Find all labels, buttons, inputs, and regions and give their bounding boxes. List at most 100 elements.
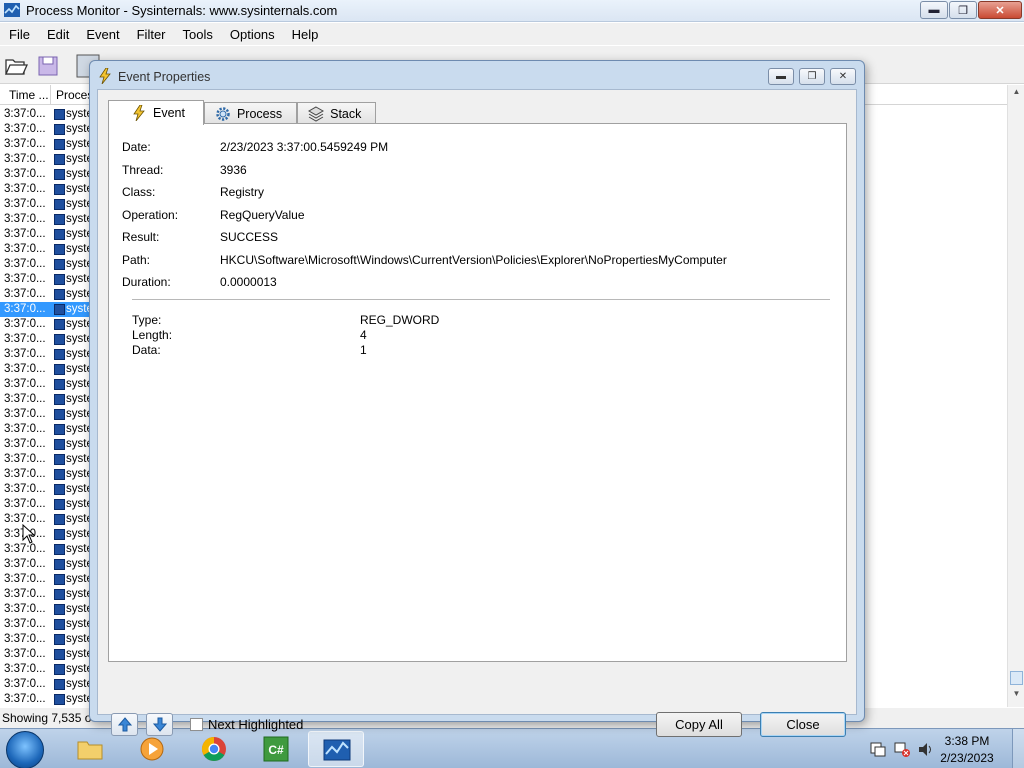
process-icon [54, 274, 65, 285]
clock-time[interactable]: 3:38 PM [932, 734, 1002, 748]
process-icon [54, 559, 65, 570]
scroll-thumb[interactable] [1010, 671, 1023, 685]
process-icon [54, 124, 65, 135]
table-row[interactable]: 3:37:0...syste [0, 242, 93, 257]
table-row[interactable]: 3:37:0...syste [0, 512, 93, 527]
table-row[interactable]: 3:37:0...syste [0, 212, 93, 227]
table-row[interactable]: 3:37:0...syste [0, 317, 93, 332]
start-button[interactable] [6, 731, 44, 768]
taskbar-explorer[interactable] [62, 731, 118, 767]
column-separator[interactable] [50, 85, 51, 105]
scroll-up-arrow-icon[interactable]: ▲ [1010, 87, 1023, 102]
table-row[interactable]: 3:37:0...syste [0, 377, 93, 392]
taskbar-csharp[interactable]: C# [248, 731, 304, 767]
table-row[interactable]: 3:37:0...syste [0, 107, 93, 122]
action-center-icon[interactable] [870, 742, 886, 757]
table-row[interactable]: 3:37:0...syste [0, 152, 93, 167]
previous-event-button[interactable] [111, 713, 138, 736]
vertical-scrollbar[interactable]: ▲ ▼ [1007, 85, 1024, 707]
process-monitor-app-icon [4, 3, 20, 17]
menu-options[interactable]: Options [221, 23, 283, 45]
next-highlighted-checkbox[interactable]: Next Highlighted [190, 717, 303, 732]
open-folder-icon[interactable] [4, 54, 28, 78]
table-row[interactable]: 3:37:0...syste [0, 182, 93, 197]
row-time: 3:37:0... [4, 588, 46, 600]
process-icon [54, 694, 65, 705]
table-row[interactable]: 3:37:0...syste [0, 452, 93, 467]
clock-date[interactable]: 2/23/2023 [932, 751, 1002, 765]
result-label: Result: [122, 230, 160, 244]
table-row[interactable]: 3:37:0...syste [0, 137, 93, 152]
table-row[interactable]: 3:37:0...syste [0, 122, 93, 137]
table-row[interactable]: 3:37:0...syste [0, 302, 93, 317]
table-row[interactable]: 3:37:0...syste [0, 587, 93, 602]
table-row[interactable]: 3:37:0...syste [0, 197, 93, 212]
table-row[interactable]: 3:37:0...syste [0, 482, 93, 497]
table-row[interactable]: 3:37:0...syste [0, 557, 93, 572]
table-row[interactable]: 3:37:0...syste [0, 167, 93, 182]
close-button[interactable]: Close [760, 712, 846, 737]
table-row[interactable]: 3:37:0...syste [0, 542, 93, 557]
table-row[interactable]: 3:37:0...syste [0, 572, 93, 587]
column-time[interactable]: Time ... [9, 88, 49, 102]
table-row[interactable]: 3:37:0...syste [0, 362, 93, 377]
table-row[interactable]: 3:37:0...syste [0, 332, 93, 347]
checkbox-box[interactable] [190, 718, 203, 731]
menu-event[interactable]: Event [77, 23, 127, 45]
row-time: 3:37:0... [4, 348, 46, 360]
tab-stack[interactable]: Stack [297, 102, 377, 124]
table-row[interactable]: 3:37:0...syste [0, 257, 93, 272]
dialog-caption-buttons: ▬ ❐ ✕ [768, 68, 856, 85]
menu-filter[interactable]: Filter [128, 23, 174, 45]
taskbar-process-monitor[interactable] [308, 731, 364, 767]
tab-process[interactable]: Process [203, 102, 298, 124]
table-row[interactable]: 3:37:0...syste [0, 227, 93, 242]
menu-edit[interactable]: Edit [38, 23, 77, 45]
table-row[interactable]: 3:37:0...syste [0, 272, 93, 287]
process-icon [54, 364, 65, 375]
dialog-minimize-button[interactable]: ▬ [768, 68, 794, 85]
table-row[interactable]: 3:37:0...syste [0, 632, 93, 647]
table-row[interactable]: 3:37:0...syste [0, 647, 93, 662]
process-icon [54, 469, 65, 480]
type-value: REG_DWORD [360, 313, 440, 327]
menu-tools[interactable]: Tools [174, 23, 221, 45]
path-label: Path: [122, 253, 151, 267]
next-event-button[interactable] [146, 713, 173, 736]
menu-help[interactable]: Help [283, 23, 327, 45]
operation-label: Operation: [122, 208, 179, 222]
taskbar-media-player[interactable] [124, 731, 180, 767]
taskbar-chrome[interactable] [186, 731, 242, 767]
table-row[interactable]: 3:37:0...syste [0, 407, 93, 422]
table-row[interactable]: 3:37:0...syste [0, 692, 93, 707]
row-time: 3:37:0... [4, 633, 46, 645]
restore-button[interactable]: ❐ [949, 1, 977, 19]
table-row[interactable]: 3:37:0...syste [0, 602, 93, 617]
close-window-button[interactable]: ✕ [978, 1, 1022, 19]
process-monitor-icon [323, 739, 351, 761]
network-error-icon[interactable] [894, 742, 910, 757]
table-row[interactable]: 3:37:0...syste [0, 662, 93, 677]
table-row[interactable]: 3:37:0...syste [0, 437, 93, 452]
table-row[interactable]: 3:37:0...syste [0, 527, 93, 542]
table-row[interactable]: 3:37:0...syste [0, 347, 93, 362]
tab-event[interactable]: Event [108, 100, 204, 125]
dialog-close-button[interactable]: ✕ [830, 68, 856, 85]
minimize-button[interactable]: ▬ [920, 1, 948, 19]
menu-file[interactable]: File [0, 23, 38, 45]
dialog-maximize-button[interactable]: ❐ [799, 68, 825, 85]
column-process[interactable]: Proces [56, 88, 93, 102]
table-row[interactable]: 3:37:0...syste [0, 617, 93, 632]
table-row[interactable]: 3:37:0...syste [0, 467, 93, 482]
save-icon[interactable] [36, 54, 60, 78]
show-desktop-button[interactable] [1012, 729, 1024, 768]
event-tab-panel: Date: 2/23/2023 3:37:00.5459249 PM Threa… [108, 123, 847, 662]
copy-all-button[interactable]: Copy All [656, 712, 742, 737]
scroll-down-arrow-icon[interactable]: ▼ [1010, 689, 1023, 704]
table-row[interactable]: 3:37:0...syste [0, 422, 93, 437]
table-row[interactable]: 3:37:0...syste [0, 497, 93, 512]
table-row[interactable]: 3:37:0...syste [0, 392, 93, 407]
dialog-client-area: Event Process Stack Date: 2/23/2023 3:37… [97, 89, 857, 737]
table-row[interactable]: 3:37:0...syste [0, 287, 93, 302]
table-row[interactable]: 3:37:0...syste [0, 677, 93, 692]
